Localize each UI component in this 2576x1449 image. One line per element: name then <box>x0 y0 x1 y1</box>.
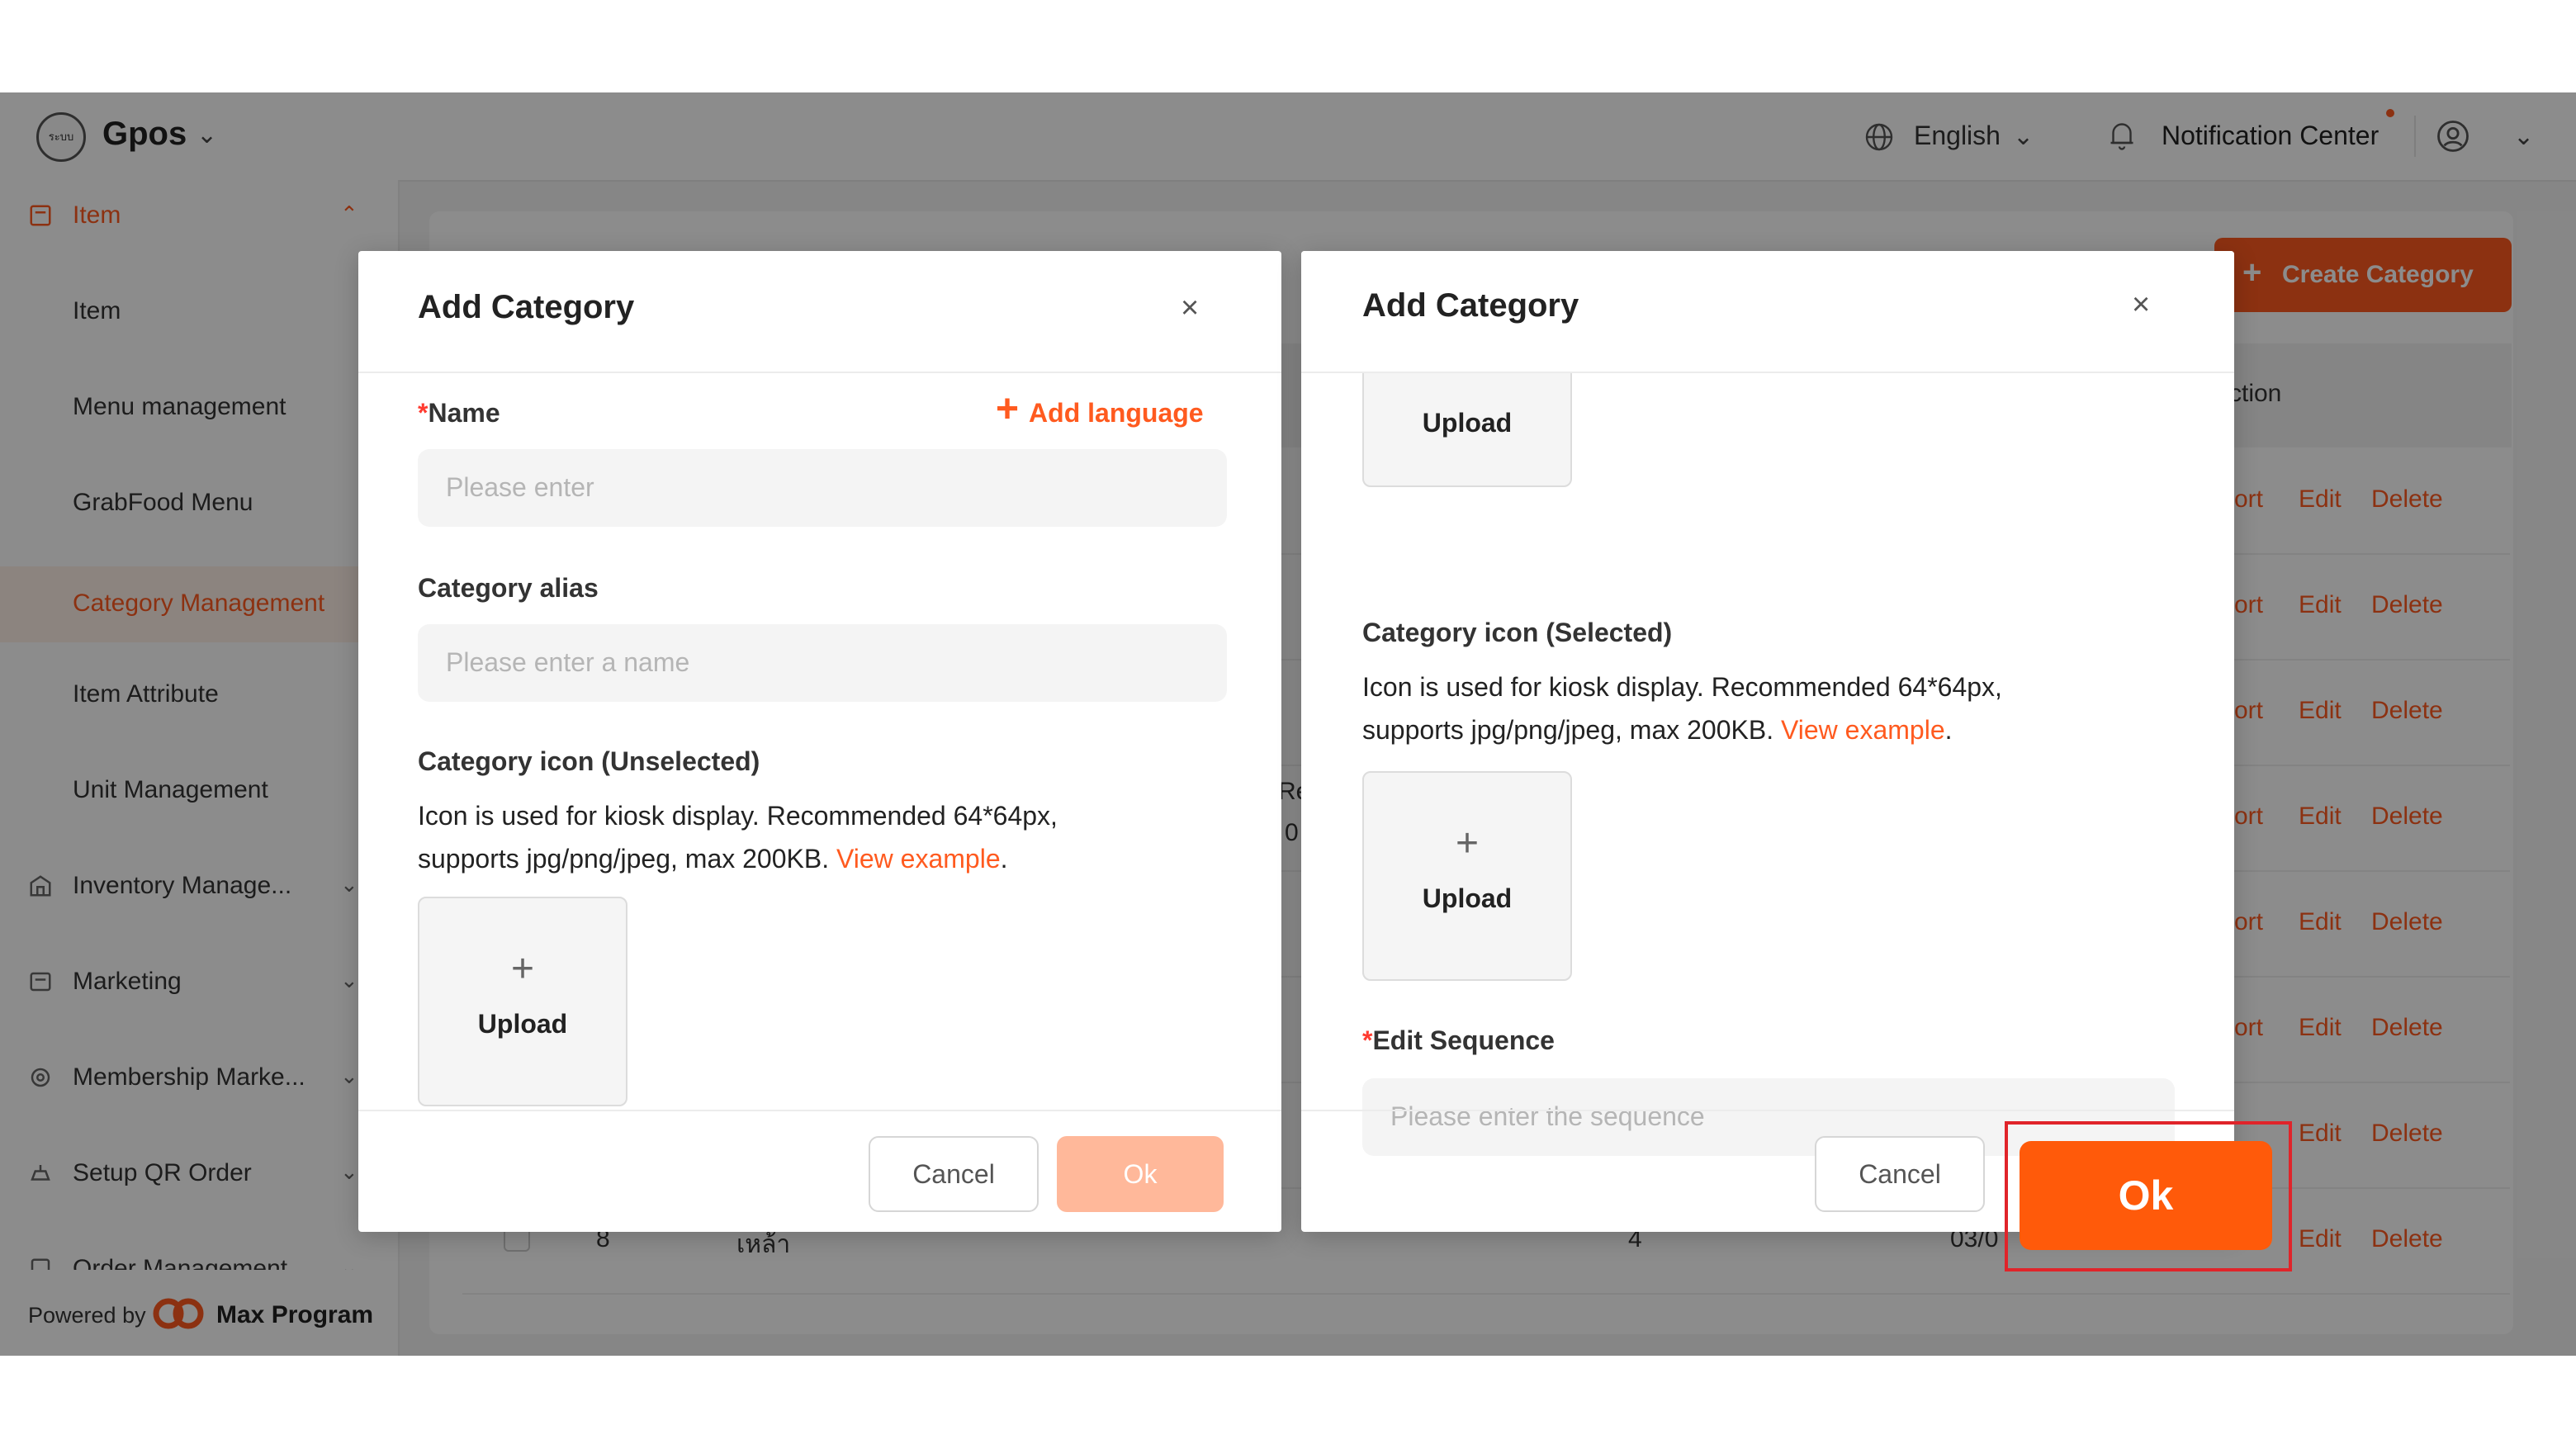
divider <box>358 372 1281 373</box>
close-icon[interactable]: × <box>1181 292 1199 324</box>
add-language-button[interactable]: + Add language <box>996 390 1204 429</box>
view-example-link[interactable]: View example <box>1781 715 1945 745</box>
plus-icon: + <box>996 387 1020 431</box>
ok-button[interactable]: Ok <box>2020 1141 2272 1250</box>
divider <box>1301 372 2234 373</box>
add-category-modal-right: Add Category × Upload Add Category × Cat… <box>1301 251 2234 1232</box>
icon-unselected-label: Category icon (Unselected) <box>418 746 760 776</box>
alias-input[interactable]: Please enter a name <box>418 624 1227 702</box>
cancel-button[interactable]: Cancel <box>1815 1136 1985 1212</box>
sequence-field-label: *Edit Sequence <box>1362 1025 1555 1055</box>
view-example-link[interactable]: View example <box>836 844 1001 874</box>
icon-helper-text: Icon is used for kiosk display. Recommen… <box>1362 672 2002 745</box>
icon-helper-text: Icon is used for kiosk display. Recommen… <box>418 801 1058 874</box>
alias-field-label: Category alias <box>418 573 599 603</box>
add-category-modal-left: Add Category × *Name + Add language Pleas… <box>358 251 1281 1232</box>
divider <box>1301 1110 2234 1111</box>
cancel-button[interactable]: Cancel <box>869 1136 1039 1212</box>
plus-icon: + <box>1455 822 1480 865</box>
icon-selected-upload-button[interactable]: + Upload <box>1362 771 1572 981</box>
name-input[interactable]: Please enter <box>418 449 1227 527</box>
ok-button-disabled[interactable]: Ok <box>1057 1136 1224 1212</box>
modal-title: Add Category <box>1362 287 1579 324</box>
divider <box>358 1110 1281 1111</box>
name-field-label: *Name <box>418 398 500 428</box>
close-icon[interactable]: × <box>2132 289 2150 320</box>
plus-icon: + <box>510 947 535 991</box>
modal-title: Add Category <box>418 289 635 325</box>
icon-selected-label: Category icon (Selected) <box>1362 618 1673 647</box>
icon-upload-button[interactable]: + Upload <box>418 897 627 1106</box>
app-window: ระบบ Gpos ⌄ English ⌄ Notification Cente… <box>0 92 2576 1356</box>
